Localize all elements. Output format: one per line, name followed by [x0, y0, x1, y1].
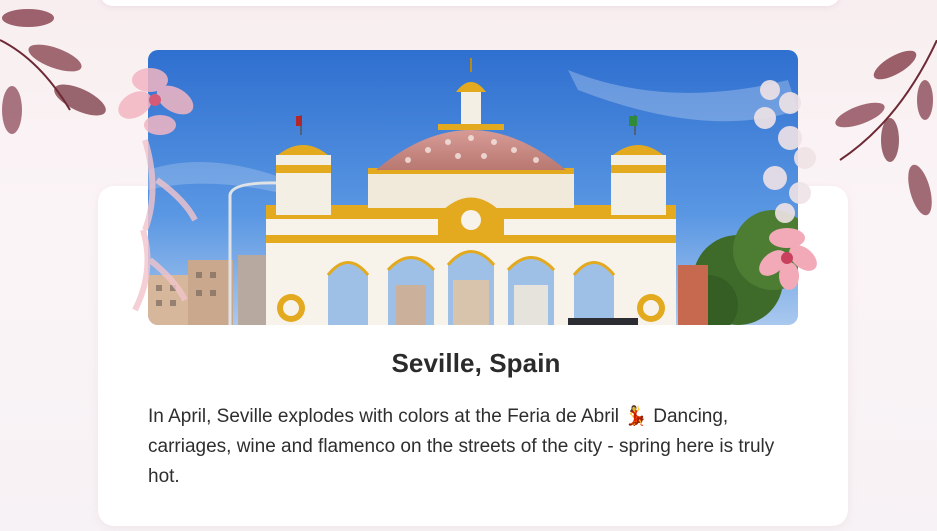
previous-card-edge	[100, 0, 840, 6]
decorative-leaves-left-icon	[0, 9, 106, 134]
destination-description: In April, Seville explodes with colors a…	[148, 406, 775, 487]
destination-title: Seville, Spain	[391, 348, 561, 378]
hero-image-feria-gate	[148, 50, 798, 325]
